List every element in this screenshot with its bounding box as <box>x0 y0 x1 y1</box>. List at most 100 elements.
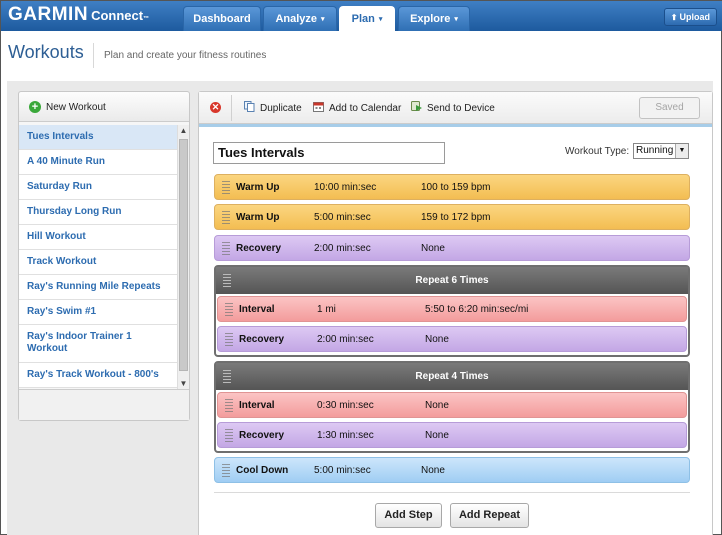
step-target: None <box>421 465 445 476</box>
drag-handle-icon[interactable] <box>222 464 230 477</box>
workout-list-item[interactable]: Ray's Indoor Trainer 1 Workout <box>19 325 177 363</box>
upload-arrow-icon: ⬆ <box>670 13 678 22</box>
tab-analyze[interactable]: Analyze ▾ <box>263 6 337 31</box>
add-repeat-button[interactable]: Add Repeat <box>450 503 529 528</box>
repeat-header[interactable]: Repeat 4 Times <box>216 363 688 390</box>
step-duration: 5:00 min:sec <box>314 465 371 476</box>
step-duration: 5:00 min:sec <box>314 212 371 223</box>
workout-list-item[interactable]: Hill Workout <box>19 225 177 250</box>
step-target: None <box>425 400 449 411</box>
workout-list-item[interactable]: A 40 Minute Run <box>19 150 177 175</box>
send-to-device-icon <box>411 101 422 111</box>
add-to-calendar-button[interactable]: Add to Calendar <box>313 101 401 114</box>
workout-list-item[interactable]: Ray's Running Mile Repeats <box>19 275 177 300</box>
brand-product: Connect <box>91 8 144 23</box>
workout-step-cool-down[interactable]: Cool Down 5:00 min:sec None <box>214 457 690 483</box>
tab-plan-label: Plan <box>351 13 375 25</box>
workout-name-input[interactable]: Tues Intervals <box>213 142 445 164</box>
tab-dashboard-label: Dashboard <box>193 13 251 25</box>
workout-step-warm-up[interactable]: Warm Up 5:00 min:sec 159 to 172 bpm <box>214 204 690 230</box>
step-name: Interval <box>239 304 275 315</box>
toolbar-accent-line <box>199 124 712 127</box>
scroll-up-icon[interactable]: ▲ <box>178 125 189 137</box>
workout-step-warm-up[interactable]: Warm Up 10:00 min:sec 100 to 159 bpm <box>214 174 690 200</box>
workout-list-scrollbar[interactable]: ▲ ▼ <box>177 125 189 390</box>
tab-explore[interactable]: Explore ▾ <box>398 6 470 31</box>
tab-explore-label: Explore <box>410 13 451 25</box>
step-duration: 1 mi <box>317 304 336 315</box>
workout-step-recovery[interactable]: Recovery 1:30 min:sec None <box>217 422 687 448</box>
workout-list: Tues Intervals A 40 Minute Run Saturday … <box>19 125 177 481</box>
workout-type-value: Running <box>636 145 674 156</box>
drag-handle-icon[interactable] <box>225 429 233 442</box>
workout-type-label: Workout Type: <box>565 146 630 157</box>
step-duration: 2:00 min:sec <box>314 243 371 254</box>
drag-handle-icon[interactable] <box>225 333 233 346</box>
duplicate-button[interactable]: Duplicate <box>244 101 302 114</box>
drag-handle-icon[interactable] <box>222 242 230 255</box>
brand-name: GARMIN <box>8 4 89 25</box>
drag-handle-icon[interactable] <box>222 211 230 224</box>
chevron-down-icon: ▼ <box>675 144 688 158</box>
upload-label: Upload <box>679 12 711 22</box>
workout-list-item[interactable]: Tues Intervals <box>19 125 177 150</box>
chevron-down-icon: ▾ <box>378 16 383 23</box>
workout-step-interval[interactable]: Interval 1 mi 5:50 to 6:20 min:sec/mi <box>217 296 687 322</box>
step-target: 100 to 159 bpm <box>421 182 491 193</box>
add-step-button[interactable]: Add Step <box>375 503 442 528</box>
top-nav-bar: GARMIN Connect™ Dashboard Analyze ▾ Plan ▾ … <box>1 1 722 31</box>
repeat-block[interactable]: Repeat 6 Times Interval 1 mi 5:50 to 6:2… <box>214 265 690 357</box>
saved-button[interactable]: Saved <box>639 97 700 119</box>
delete-icon[interactable]: ✕ <box>210 102 221 113</box>
step-name: Recovery <box>239 430 285 441</box>
workout-step-interval[interactable]: Interval 0:30 min:sec None <box>217 392 687 418</box>
step-target: None <box>425 430 449 441</box>
step-target: 5:50 to 6:20 min:sec/mi <box>425 304 529 315</box>
chevron-down-icon: ▾ <box>321 16 325 23</box>
garmin-connect-logo[interactable]: GARMIN Connect™ <box>8 4 150 26</box>
scrollbar-thumb[interactable] <box>179 139 188 371</box>
step-name: Warm Up <box>236 182 280 193</box>
brand-tm: ™ <box>143 16 150 22</box>
step-name: Recovery <box>239 334 285 345</box>
page-subtitle: Plan and create your fitness routines <box>104 50 267 61</box>
step-duration: 2:00 min:sec <box>317 334 374 345</box>
step-duration: 1:30 min:sec <box>317 430 374 441</box>
editor-toolbar: ✕ Duplicate Add to Calendar Send to Devi… <box>199 92 712 124</box>
tab-plan[interactable]: Plan ▾ <box>339 6 395 31</box>
workout-list-item[interactable]: Saturday Run <box>19 175 177 200</box>
step-target: None <box>425 334 449 345</box>
workout-step-recovery[interactable]: Recovery 2:00 min:sec None <box>217 326 687 352</box>
duplicate-icon <box>244 101 255 112</box>
step-name: Recovery <box>236 243 282 254</box>
add-to-calendar-label: Add to Calendar <box>329 103 402 114</box>
step-name: Interval <box>239 400 275 411</box>
new-workout-button[interactable]: + New Workout <box>19 92 189 122</box>
tab-dashboard[interactable]: Dashboard <box>183 6 261 31</box>
plus-icon: + <box>29 101 41 113</box>
send-to-device-button[interactable]: Send to Device <box>411 101 495 114</box>
drag-handle-icon[interactable] <box>225 303 233 316</box>
workout-type-select[interactable]: Running ▼ <box>633 143 689 159</box>
step-target: None <box>421 243 445 254</box>
chevron-down-icon: ▾ <box>454 16 458 23</box>
duplicate-label: Duplicate <box>260 103 302 114</box>
workout-list-item[interactable]: Thursday Long Run <box>19 200 177 225</box>
steps-divider <box>214 492 690 493</box>
workout-step-recovery[interactable]: Recovery 2:00 min:sec None <box>214 235 690 261</box>
drag-handle-icon[interactable] <box>222 181 230 194</box>
repeat-header[interactable]: Repeat 6 Times <box>216 267 688 294</box>
sidebar-footer <box>19 389 189 420</box>
repeat-title: Repeat 6 Times <box>415 275 489 286</box>
repeat-block[interactable]: Repeat 4 Times Interval 0:30 min:sec Non… <box>214 361 690 453</box>
workout-editor: ✕ Duplicate Add to Calendar Send to Devi… <box>198 91 713 535</box>
workout-sidebar: + New Workout Tues Intervals A 40 Minute… <box>18 91 190 421</box>
drag-handle-icon[interactable] <box>225 399 233 412</box>
workout-list-item[interactable]: Ray's Track Workout - 800's <box>19 363 177 388</box>
tab-analyze-label: Analyze <box>275 13 318 25</box>
step-duration: 10:00 min:sec <box>314 182 377 193</box>
workout-list-item[interactable]: Ray's Swim #1 <box>19 300 177 325</box>
header-divider <box>93 43 94 68</box>
workout-list-item[interactable]: Track Workout <box>19 250 177 275</box>
upload-button[interactable]: ⬆ Upload <box>663 8 717 26</box>
